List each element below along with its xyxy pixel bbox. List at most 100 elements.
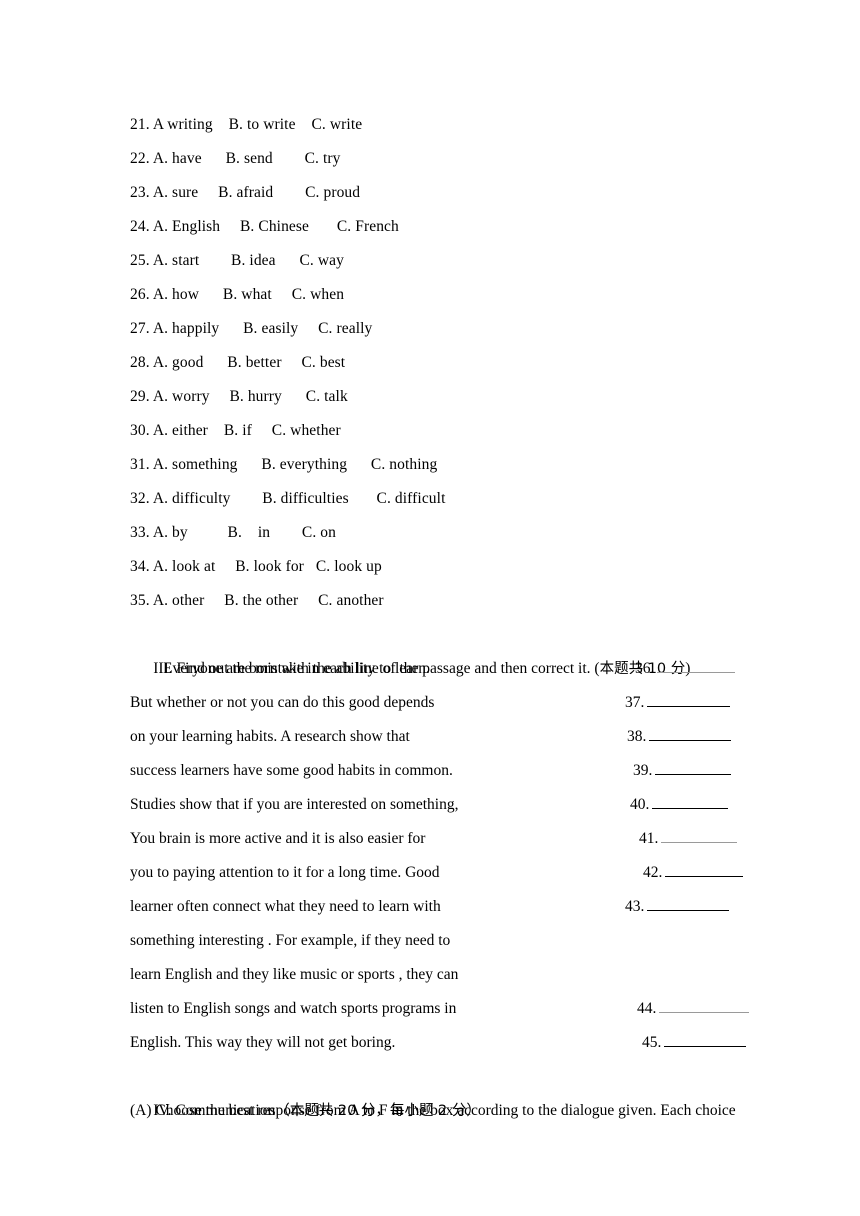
mc-item-number: 35. — [130, 592, 150, 609]
proofreading-line-text: Everyone are born with the ability to le… — [163, 660, 430, 677]
mc-item-options: A. how B. what C. when — [152, 286, 345, 303]
mc-item-options: A. by B. in C. on — [152, 524, 336, 541]
proofreading-line-text: Studies show that if you are interested … — [130, 796, 459, 813]
answer-blank-group: 36. — [635, 652, 736, 686]
proofreading-rows: Everyone are born with the ability to le… — [130, 652, 750, 1060]
proofreading-row: learner often connect what they need to … — [130, 890, 750, 924]
mc-item-options: A. worry B. hurry C. talk — [152, 388, 348, 405]
mc-item-24: 24. A. English B. Chinese C. French — [130, 210, 750, 244]
mc-item-options: A. happily B. easily C. really — [152, 320, 373, 337]
answer-blank-number: 45. — [642, 1034, 662, 1051]
mc-item-options: A. good B. better C. best — [152, 354, 346, 371]
mc-item-options: A. either B. if C. whether — [152, 422, 341, 439]
mc-item-number: 24. — [130, 218, 150, 235]
mc-item-number: 33. — [130, 524, 150, 541]
mc-item-number: 32. — [130, 490, 150, 507]
proofreading-row: Studies show that if you are interested … — [130, 788, 750, 822]
answer-blank-rule[interactable] — [659, 1000, 750, 1013]
mc-item-32: 32. A. difficulty B. difficulties C. dif… — [130, 482, 750, 516]
mc-item-35: 35. A. other B. the other C. another — [130, 584, 750, 618]
mc-item-26: 26. A. how B. what C. when — [130, 278, 750, 312]
mc-item-23: 23. A. sure B. afraid C. proud — [130, 176, 750, 210]
answer-blank-group: 39. — [633, 754, 732, 788]
answer-blank-group: 38. — [627, 720, 732, 754]
mc-item-number: 22. — [130, 150, 150, 167]
mc-item-31: 31. A. something B. everything C. nothin… — [130, 448, 750, 482]
proofreading-row: Everyone are born with the ability to le… — [130, 652, 750, 686]
mc-item-27: 27. A. happily B. easily C. really — [130, 312, 750, 346]
answer-blank-number: 42. — [643, 864, 663, 881]
answer-blank-number: 44. — [637, 1000, 657, 1017]
answer-blank-rule[interactable] — [647, 694, 731, 707]
mc-item-29: 29. A. worry B. hurry C. talk — [130, 380, 750, 414]
proofreading-line-text: you to paying attention to it for a long… — [130, 864, 440, 881]
answer-blank-number: 37. — [625, 694, 645, 711]
proofreading-line-text: But whether or not you can do this good … — [130, 694, 435, 711]
mc-item-options: A. look at B. look for C. look up — [152, 558, 382, 575]
answer-blank-group: 45. — [642, 1026, 747, 1060]
mc-item-options: A. something B. everything C. nothing — [152, 456, 438, 473]
mc-item-21: 21. A writing B. to write C. write — [130, 108, 750, 142]
answer-blank-number: 40. — [630, 796, 650, 813]
answer-blank-rule[interactable] — [665, 864, 744, 877]
proofreading-row: on your learning habits. A research show… — [130, 720, 750, 754]
answer-blank-rule[interactable] — [652, 796, 729, 809]
mc-item-number: 34. — [130, 558, 150, 575]
mc-item-options: A. English B. Chinese C. French — [152, 218, 399, 235]
mc-item-number: 27. — [130, 320, 150, 337]
answer-blank-number: 38. — [627, 728, 647, 745]
proofreading-line-text: on your learning habits. A research show… — [130, 728, 410, 745]
mc-item-options: A. other B. the other C. another — [152, 592, 384, 609]
answer-blank-group: 37. — [625, 686, 731, 720]
answer-blank-number: 39. — [633, 762, 653, 779]
answer-blank-rule[interactable] — [649, 728, 732, 741]
mc-item-number: 25. — [130, 252, 150, 269]
mc-item-number: 30. — [130, 422, 150, 439]
proofreading-row: success learners have some good habits i… — [130, 754, 750, 788]
answer-blank-rule[interactable] — [655, 762, 732, 775]
page-content: 21. A writing B. to write C. write 22. A.… — [130, 108, 750, 1128]
proofreading-row: You brain is more active and it is also … — [130, 822, 750, 856]
answer-blank-group: 44. — [637, 992, 750, 1026]
answer-blank-number: 43. — [625, 898, 645, 915]
multiple-choice-list: 21. A writing B. to write C. write 22. A.… — [130, 108, 750, 618]
proofreading-row: something interesting . For example, if … — [130, 924, 750, 958]
proofreading-line-text: English. This way they will not get bori… — [130, 1034, 396, 1051]
answer-blank-number: 36. — [635, 660, 655, 677]
section-iv-instruction: (A) Choose the best response from A to F… — [130, 1102, 736, 1119]
answer-blank-group: 43. — [625, 890, 730, 924]
answer-blank-rule[interactable] — [664, 1034, 747, 1047]
answer-blank-group: 42. — [643, 856, 744, 890]
mc-item-options: A writing B. to write C. write — [152, 116, 363, 133]
section-iii-heading: III. Find out the mistake in each line o… — [130, 618, 750, 677]
proofreading-line-text: learn English and they like music or spo… — [130, 966, 459, 983]
mc-item-30: 30. A. either B. if C. whether — [130, 414, 750, 448]
mc-item-number: 31. — [130, 456, 150, 473]
proofreading-row: learn English and they like music or spo… — [130, 958, 750, 992]
proofreading-row: you to paying attention to it for a long… — [130, 856, 750, 890]
answer-blank-rule[interactable] — [661, 830, 738, 843]
proofreading-line-text: You brain is more active and it is also … — [130, 830, 426, 847]
proofreading-line-text: listen to English songs and watch sports… — [130, 1000, 457, 1017]
mc-item-22: 22. A. have B. send C. try — [130, 142, 750, 176]
mc-item-28: 28. A. good B. better C. best — [130, 346, 750, 380]
answer-blank-number: 41. — [639, 830, 659, 847]
mc-item-number: 26. — [130, 286, 150, 303]
mc-item-number: 23. — [130, 184, 150, 201]
document-page: 21. A writing B. to write C. write 22. A.… — [0, 0, 860, 1216]
mc-item-25: 25. A. start B. idea C. way — [130, 244, 750, 278]
section-iv-heading: IV. Communication（本题共 20 分，每小题 2 分） — [130, 1060, 750, 1119]
proofreading-line-text: something interesting . For example, if … — [130, 932, 451, 949]
mc-item-options: A. sure B. afraid C. proud — [152, 184, 361, 201]
proofreading-line-text: learner often connect what they need to … — [130, 898, 441, 915]
answer-blank-rule[interactable] — [657, 660, 736, 673]
proofreading-row: English. This way they will not get bori… — [130, 1026, 750, 1060]
proofreading-row: But whether or not you can do this good … — [130, 686, 750, 720]
mc-item-number: 29. — [130, 388, 150, 405]
proofreading-line-text: success learners have some good habits i… — [130, 762, 453, 779]
answer-blank-rule[interactable] — [647, 898, 730, 911]
mc-item-number: 28. — [130, 354, 150, 371]
mc-item-33: 33. A. by B. in C. on — [130, 516, 750, 550]
mc-item-options: A. start B. idea C. way — [152, 252, 345, 269]
mc-item-number: 21. — [130, 116, 150, 133]
